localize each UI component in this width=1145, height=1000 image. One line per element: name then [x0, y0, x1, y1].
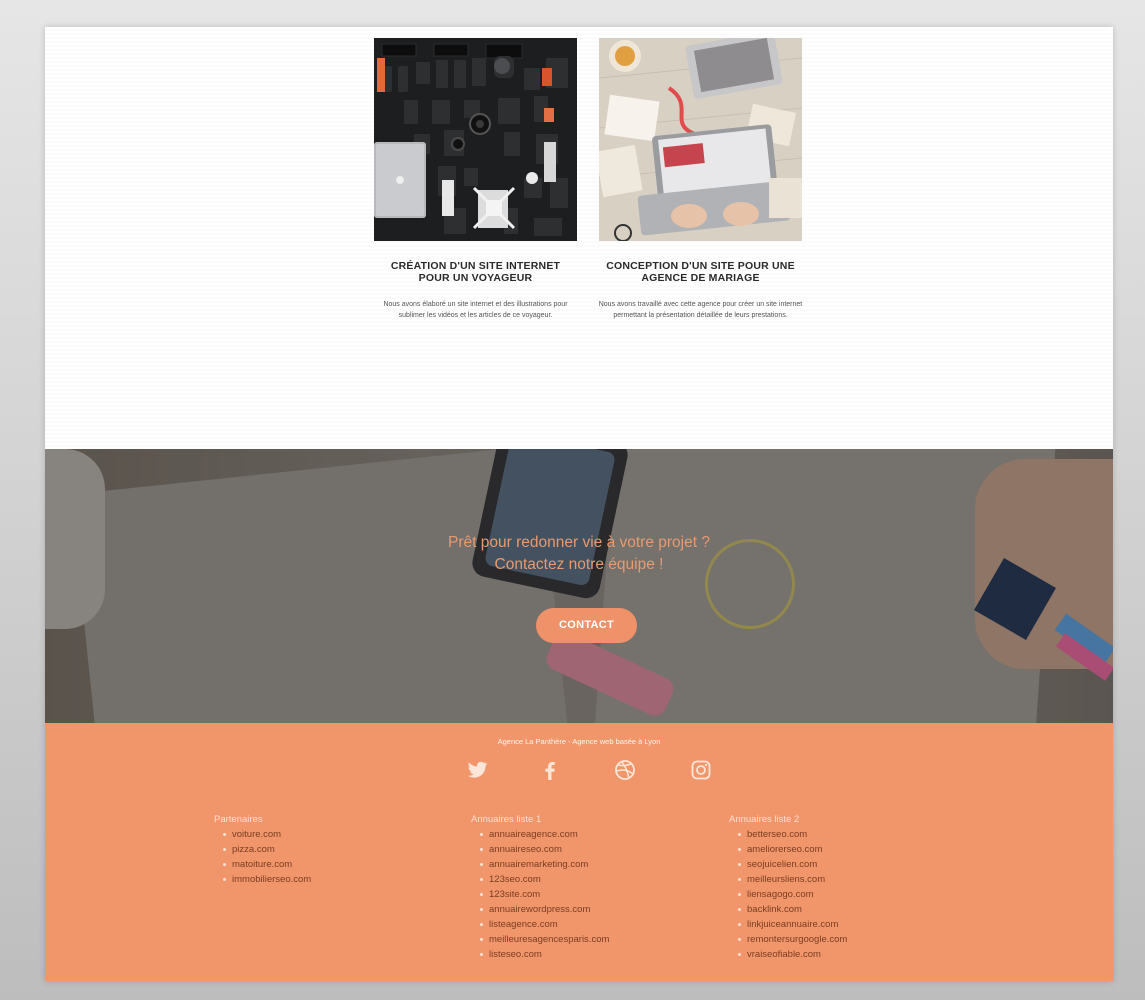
list-item[interactable]: pizza.com [222, 842, 311, 857]
column-heading: Annuaires liste 2 [729, 814, 800, 825]
footer-column-partenaires: Partenaires voiture.com pizza.com matoit… [214, 812, 311, 887]
twitter-icon[interactable] [465, 758, 489, 782]
list-item[interactable]: meilleursliens.com [737, 872, 847, 887]
instagram-icon[interactable] [689, 758, 713, 782]
directory-list-2: betterseo.com ameliorerseo.com seojuicel… [737, 827, 847, 962]
portfolio-section: CRÉATION D'UN SITE INTERNET POUR UN VOYA… [45, 27, 1113, 449]
portfolio-image-laptop-desk[interactable] [599, 38, 802, 241]
card-description: Nous avons élaboré un site internet et d… [383, 301, 568, 319]
cta-section: Prêt pour redonner vie à votre projet ? … [45, 449, 1113, 723]
page: CRÉATION D'UN SITE INTERNET POUR UN VOYA… [45, 27, 1113, 981]
dribbble-icon[interactable] [613, 758, 637, 782]
cta-heading: Prêt pour redonner vie à votre projet ? … [45, 532, 1113, 576]
card-description: Nous avons travaillé avec cette agence p… [598, 301, 803, 319]
list-item[interactable]: betterseo.com [737, 827, 847, 842]
contact-button[interactable]: CONTACT [536, 608, 637, 643]
list-item[interactable]: voiture.com [222, 827, 311, 842]
list-item[interactable]: immobilierseo.com [222, 872, 311, 887]
cta-line-2: Contactez notre équipe ! [494, 556, 664, 573]
list-item[interactable]: annuairemarketing.com [479, 857, 609, 872]
list-item[interactable]: annuaireseo.com [479, 842, 609, 857]
footer-agency-text: Agence La Panthère - Agence web basée à … [497, 737, 661, 746]
portfolio-card-mariage[interactable]: CONCEPTION D'UN SITE POUR UNE AGENCE DE … [593, 38, 808, 321]
footer-column-annuaires-1: Annuaires liste 1 annuaireagence.com ann… [471, 812, 609, 962]
list-item[interactable]: vraiseofiable.com [737, 947, 847, 962]
list-item[interactable]: listeagence.com [479, 917, 609, 932]
portfolio-card-voyageur[interactable]: CRÉATION D'UN SITE INTERNET POUR UN VOYA… [368, 38, 583, 321]
list-item[interactable]: matoiture.com [222, 857, 311, 872]
partner-list: voiture.com pizza.com matoiture.com immo… [222, 827, 311, 887]
list-item[interactable]: seojuicelien.com [737, 857, 847, 872]
cta-overlay [45, 449, 1113, 723]
portfolio-image-camera-gear[interactable] [374, 38, 577, 241]
list-item[interactable]: annuaireagence.com [479, 827, 609, 842]
list-item[interactable]: ameliorerseo.com [737, 842, 847, 857]
list-item[interactable]: 123seo.com [479, 872, 609, 887]
list-item[interactable]: remontersurgoogle.com [737, 932, 847, 947]
list-item[interactable]: liensagogo.com [737, 887, 847, 902]
footer-column-annuaires-2: Annuaires liste 2 betterseo.com ameliore… [729, 812, 847, 962]
directory-list-1: annuaireagence.com annuaireseo.com annua… [479, 827, 609, 962]
column-heading: Partenaires [214, 814, 263, 825]
card-title[interactable]: CONCEPTION D'UN SITE POUR UNE AGENCE DE … [593, 260, 808, 284]
list-item[interactable]: meilleuresagencesparis.com [479, 932, 609, 947]
list-item[interactable]: listeseo.com [479, 947, 609, 962]
list-item[interactable]: backlink.com [737, 902, 847, 917]
cta-line-1: Prêt pour redonner vie à votre projet ? [448, 534, 710, 551]
list-item[interactable]: linkjuiceannuaire.com [737, 917, 847, 932]
facebook-icon[interactable] [538, 758, 562, 782]
footer: Agence La Panthère - Agence web basée à … [45, 723, 1113, 981]
column-heading: Annuaires liste 1 [471, 814, 542, 825]
list-item[interactable]: annuairewordpress.com [479, 902, 609, 917]
card-title[interactable]: CRÉATION D'UN SITE INTERNET POUR UN VOYA… [368, 260, 583, 284]
list-item[interactable]: 123site.com [479, 887, 609, 902]
